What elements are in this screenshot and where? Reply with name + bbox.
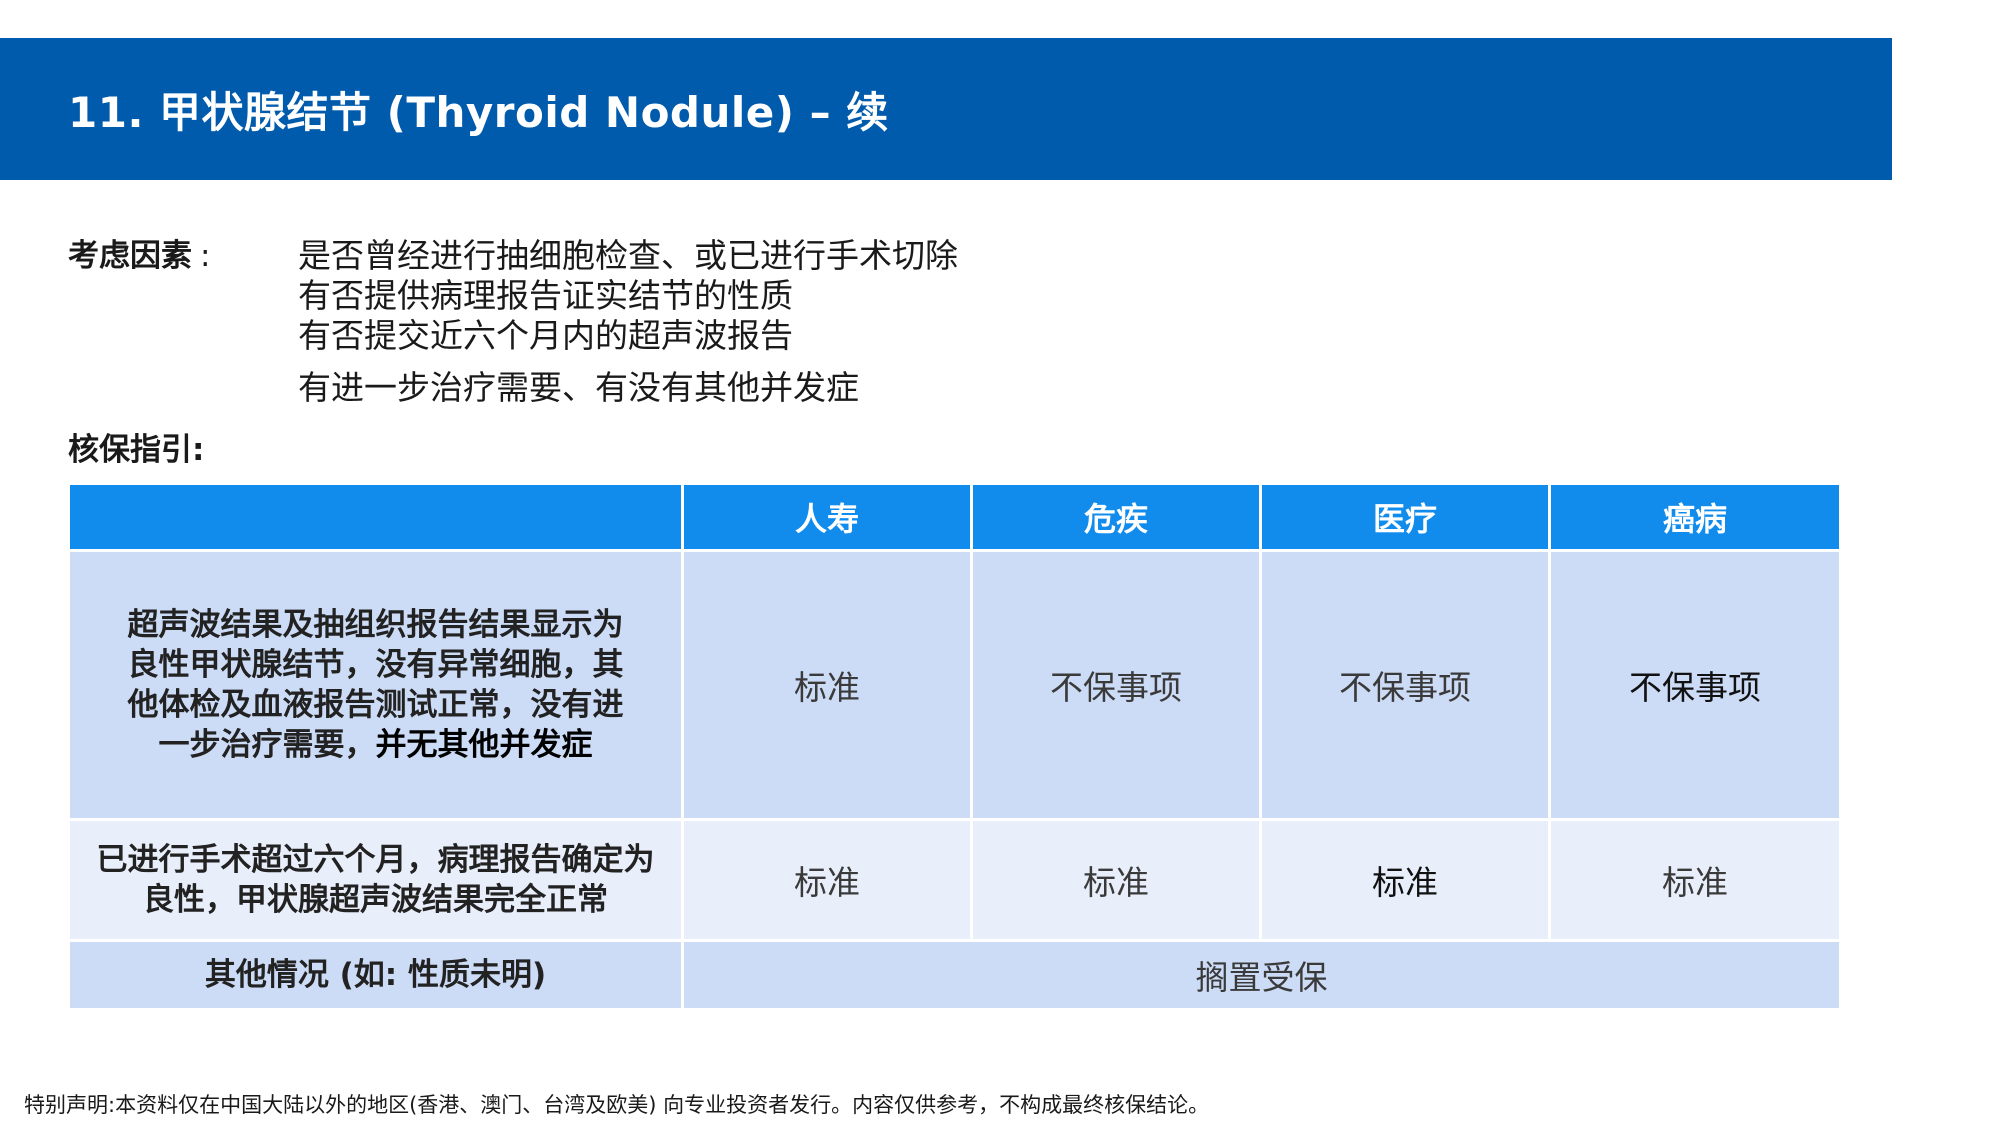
disclaimer-text: 特别声明:本资料仅在中国大陆以外的地区(香港、澳门、台湾及欧美) 向专业投资者发… bbox=[24, 1093, 1210, 1117]
title-bar: 11. 甲状腺结节 (Thyroid Nodule) – 续 bbox=[0, 38, 1892, 180]
factor-item: 有否提供病理报告证实结节的性质 bbox=[298, 276, 793, 315]
page-title: 11. 甲状腺结节 (Thyroid Nodule) – 续 bbox=[68, 87, 889, 137]
considerations-label-colon: : bbox=[200, 238, 211, 274]
merged-value-cell: 搁置受保 bbox=[681, 939, 1842, 1011]
column-header-medical: 医疗 bbox=[1259, 482, 1551, 552]
column-header-critical-illness: 危疾 bbox=[970, 482, 1262, 552]
table-row: 其他情况 (如: 性质未明) 搁置受保 bbox=[67, 939, 1842, 1011]
column-header-life: 人寿 bbox=[681, 482, 973, 552]
column-header-condition bbox=[67, 482, 684, 552]
condition-cell: 其他情况 (如: 性质未明) bbox=[67, 939, 684, 1011]
underwriting-table: 人寿 危疾 医疗 癌病 超声波结果及抽组织报告结果显示为良性甲状腺结节，没有异常… bbox=[67, 482, 1842, 1011]
factor-list: 是否曾经进行抽细胞检查、或已进行手术切除 有否提供病理报告证实结节的性质 有否提… bbox=[298, 236, 958, 408]
factor-item: 有进一步治疗需要、有没有其他并发症 bbox=[298, 368, 859, 407]
table-row: 已进行手术超过六个月，病理报告确定为良性，甲状腺超声波结果完全正常 标准 标准 … bbox=[67, 818, 1842, 942]
table-row: 超声波结果及抽组织报告结果显示为良性甲状腺结节，没有异常细胞，其他体检及血液报告… bbox=[67, 549, 1842, 821]
value-cell-life: 标准 bbox=[681, 549, 973, 821]
table-header-row: 人寿 危疾 医疗 癌病 bbox=[67, 482, 1842, 552]
value-cell-medical: 不保事项 bbox=[1259, 549, 1551, 821]
value-cell-medical: 标准 bbox=[1259, 818, 1551, 942]
factor-item: 有否提交近六个月内的超声波报告 bbox=[298, 316, 793, 355]
condition-cell: 超声波结果及抽组织报告结果显示为良性甲状腺结节，没有异常细胞，其他体检及血液报告… bbox=[67, 549, 684, 821]
value-cell-life: 标准 bbox=[681, 818, 973, 942]
value-cell-critical-illness: 不保事项 bbox=[970, 549, 1262, 821]
condition-text-emphasis: 并无其他并发症 bbox=[375, 727, 593, 763]
considerations-label: 考虑因素: bbox=[68, 230, 210, 275]
considerations-label-text: 考虑因素 bbox=[68, 238, 192, 274]
value-cell-cancer: 标准 bbox=[1548, 818, 1842, 942]
condition-cell: 已进行手术超过六个月，病理报告确定为良性，甲状腺超声波结果完全正常 bbox=[67, 818, 684, 942]
guidance-label: 核保指引: bbox=[68, 432, 205, 468]
column-header-cancer: 癌病 bbox=[1548, 482, 1842, 552]
value-cell-critical-illness: 标准 bbox=[970, 818, 1262, 942]
factor-item: 是否曾经进行抽细胞检查、或已进行手术切除 bbox=[298, 236, 958, 275]
value-cell-cancer: 不保事项 bbox=[1548, 549, 1842, 821]
